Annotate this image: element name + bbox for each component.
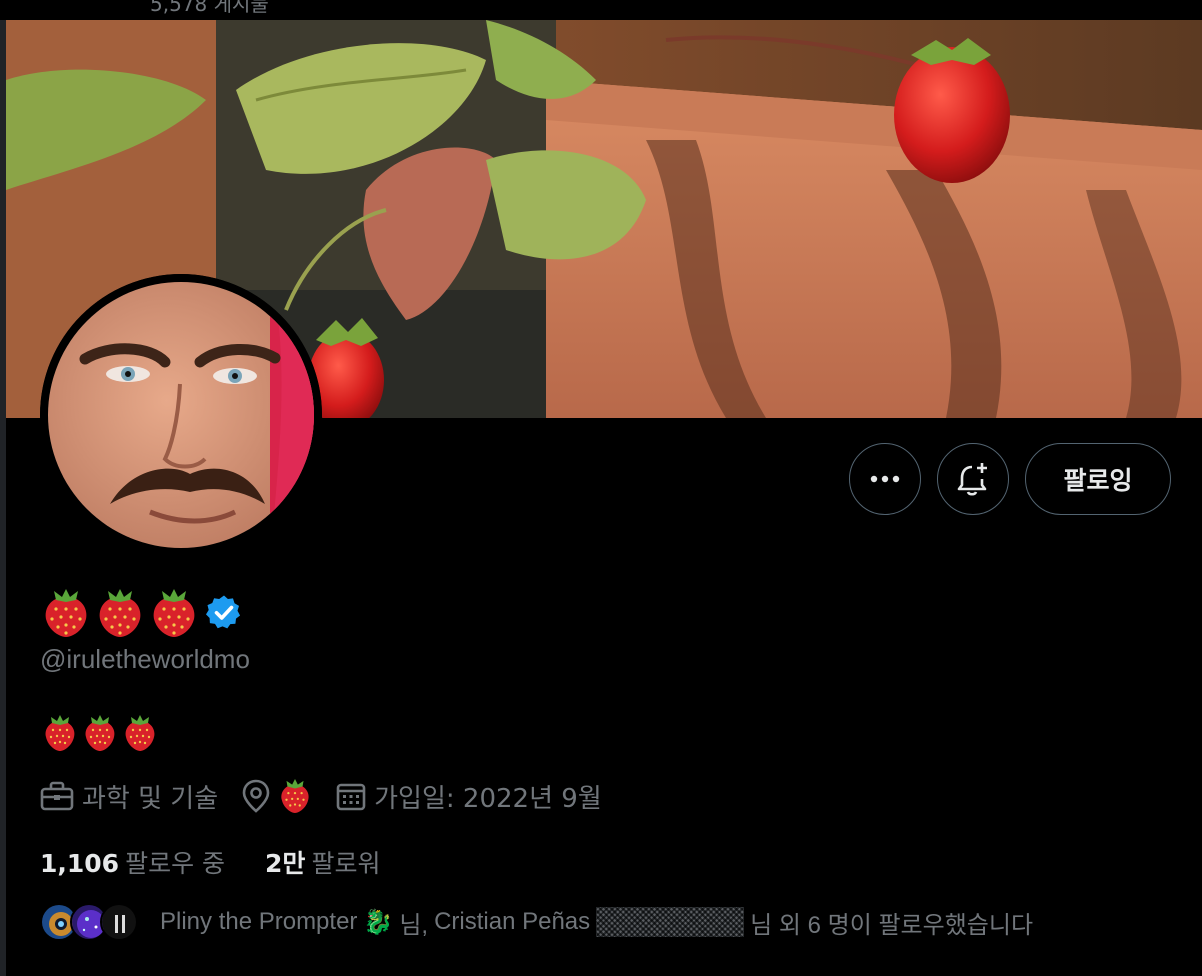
mutual-name-2[interactable]: Cristian Peñas [434, 908, 590, 936]
verified-badge-icon [206, 595, 241, 629]
followed-by-text: Pliny the Prompter 🐉 님, Cristian Peñas 님… [160, 905, 1033, 940]
post-count: 5,578 게시물 [150, 0, 269, 16]
join-date: 가입일: 2022년 9월 [336, 778, 602, 815]
handle: @iruletheworldmo [40, 644, 250, 674]
display-name [40, 585, 242, 639]
follow-stats: 1,106 팔로우 중 2만 팔로워 [40, 840, 420, 884]
followers-count: 2만 [265, 849, 306, 878]
following-link[interactable]: 1,106 팔로우 중 [40, 844, 225, 880]
followed-by-tail: 님 외 6 명이 팔로우했습니다 [750, 911, 1034, 939]
bell-plus-icon [957, 463, 987, 496]
category: 과학 및 기술 [40, 778, 218, 815]
following-count: 1,106 [40, 849, 120, 878]
more-button[interactable] [849, 443, 921, 515]
mutual-name-1[interactable]: Pliny the Prompter [160, 908, 357, 936]
join-date-label: 가입일: 2022년 9월 [374, 783, 602, 814]
profile-avatar[interactable] [40, 274, 322, 556]
strawberry-emoji [281, 779, 309, 813]
notification-button[interactable] [937, 443, 1009, 515]
following-label: 팔로우 중 [125, 849, 226, 878]
followers-you-know[interactable]: Pliny the Prompter 🐉 님, Cristian Peñas 님… [40, 900, 1033, 944]
category-label: 과학 및 기술 [82, 783, 219, 814]
strawberry-emoji [45, 589, 195, 637]
followers-label: 팔로워 [311, 849, 381, 878]
bio [42, 713, 158, 753]
mutual-avatar [100, 903, 138, 941]
location [242, 777, 312, 815]
followers-link[interactable]: 2만 팔로워 [265, 844, 380, 880]
briefcase-icon [40, 781, 74, 811]
profile-meta: 과학 및 기술 가입일: 2022년 9월 [40, 774, 626, 818]
strawberry-emoji [45, 715, 155, 751]
dragon-emoji: 🐉 [363, 908, 394, 936]
calendar-icon [336, 783, 366, 811]
top-bar: 5,578 게시물 [0, 0, 1202, 20]
separator-text: 님, [399, 911, 429, 939]
redacted-name [596, 907, 745, 937]
following-button[interactable]: 팔로잉 [1025, 443, 1171, 515]
location-pin-icon [242, 779, 270, 813]
mutual-avatars [40, 900, 140, 944]
more-icon [870, 475, 900, 483]
